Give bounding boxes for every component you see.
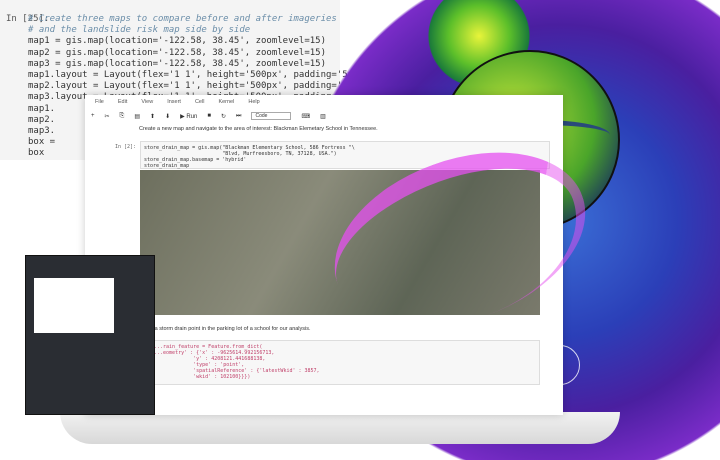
- cell-prompt: In [2]:: [115, 144, 137, 150]
- fast-forward-icon[interactable]: ⏭: [236, 113, 241, 120]
- stop-icon[interactable]: ■: [207, 113, 211, 119]
- menu-item[interactable]: File: [95, 99, 104, 105]
- chart-icon[interactable]: ▥: [320, 113, 326, 120]
- menu-item[interactable]: Insert: [167, 99, 181, 105]
- restart-icon[interactable]: ↻: [221, 113, 226, 120]
- run-label: Run: [186, 113, 198, 120]
- toolbar: + ✂ ⎘ ▤ ⬆ ⬇ ▶ Run ■ ↻ ⏭ Code ⌨ ▥: [91, 110, 551, 122]
- move-down-icon[interactable]: ⬇: [165, 113, 170, 120]
- move-up-icon[interactable]: ⬆: [150, 113, 155, 120]
- paste-icon[interactable]: ▤: [134, 113, 140, 120]
- menu-item[interactable]: View: [141, 99, 153, 105]
- copy-icon[interactable]: ⎘: [120, 113, 125, 120]
- menu-item[interactable]: Cell: [195, 99, 204, 105]
- cell-type-select[interactable]: Code: [251, 112, 292, 120]
- run-button[interactable]: ▶ Run: [180, 113, 197, 120]
- plot-thumbnail: [34, 278, 114, 333]
- markdown-cell: Create a new map and navigate to the are…: [139, 126, 378, 132]
- menu-bar: File Edit View Insert Cell Kernel Help: [95, 99, 260, 105]
- code-cell[interactable]: ...rain_feature = Feature.from_dict( ...…: [150, 340, 540, 385]
- menu-item[interactable]: Kernel: [218, 99, 234, 105]
- markdown-cell: ...ck a storm drain point in the parking…: [143, 326, 311, 332]
- keyboard-icon[interactable]: ⌨: [301, 113, 310, 120]
- laptop-base: [60, 412, 620, 444]
- cut-icon[interactable]: ✂: [105, 113, 110, 120]
- menu-item[interactable]: Help: [248, 99, 259, 105]
- menu-item[interactable]: Edit: [118, 99, 127, 105]
- add-cell-icon[interactable]: +: [91, 113, 95, 119]
- dark-app-window: [25, 255, 155, 415]
